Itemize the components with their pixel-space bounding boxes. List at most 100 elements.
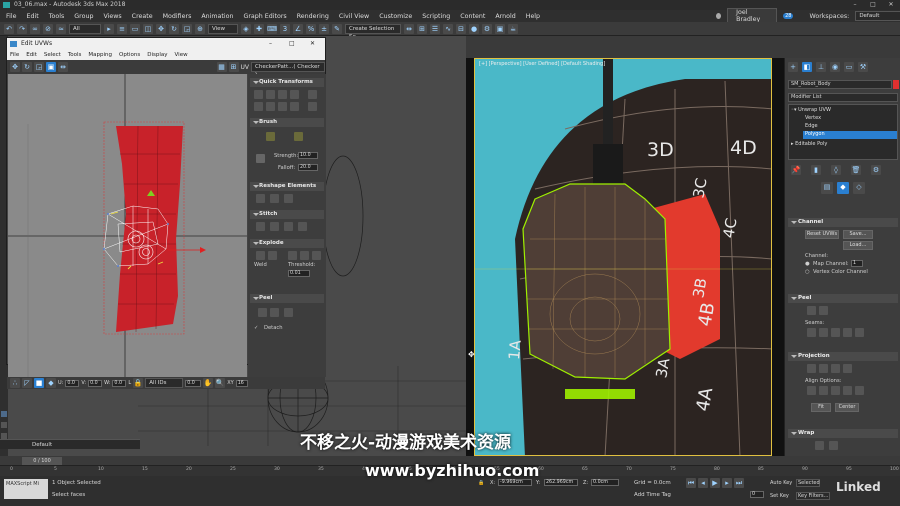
best-align-icon[interactable] (843, 386, 852, 395)
viewport-label[interactable]: [+] [Perspective] [User Defined] [Defaul… (479, 61, 605, 67)
peel-rollout-cmd[interactable]: Peel (788, 294, 898, 303)
pin-stack-icon[interactable]: 📌 (791, 165, 801, 175)
undo-icon[interactable]: ↶ (4, 23, 14, 34)
modifier-stack-item[interactable]: Edge (805, 123, 885, 130)
current-frame-field[interactable]: 0 (750, 491, 764, 498)
cmd-quick-peel-icon[interactable] (807, 306, 816, 315)
menu-content[interactable]: Content (460, 13, 485, 20)
quick-transforms-rollout[interactable]: Quick Transforms (250, 78, 324, 87)
uvw-zoom-icon[interactable]: 🔍 (215, 378, 226, 388)
convert-edge-to-seam-icon[interactable] (831, 328, 840, 337)
y-coord-field[interactable]: 262.969cm (544, 479, 578, 486)
selection-filter-dropdown[interactable]: All (69, 23, 101, 34)
uvw-rotate-icon[interactable]: ↻ (22, 62, 32, 72)
modifier-stack-item[interactable]: ◦▾ Unwrap UVW (791, 107, 891, 114)
xy-label[interactable]: XY (227, 380, 233, 386)
key-filters-button[interactable]: Key Filters... (796, 492, 830, 500)
material-editor-icon[interactable]: ● (469, 23, 479, 34)
uv-editor-canvas[interactable] (8, 74, 247, 377)
v-value-field[interactable]: 0.0 (88, 379, 103, 387)
open-uv-editor-icon[interactable]: ▤ (821, 182, 833, 194)
uvw-lock-icon[interactable]: 🔒 (133, 378, 144, 388)
layer-icon[interactable]: ☰ (430, 23, 440, 34)
snap-icon[interactable]: 3 (280, 23, 290, 34)
paint-move-icon[interactable] (266, 132, 275, 141)
window-crossing-icon[interactable]: ◫ (143, 23, 153, 34)
peel-rollout[interactable]: Peel (250, 294, 324, 303)
wrap-rollout[interactable]: Wrap (788, 429, 898, 438)
break-icon[interactable] (256, 251, 265, 260)
notification-badge[interactable]: 28 (783, 13, 794, 19)
strength-spinner[interactable]: 10.0 (298, 152, 318, 159)
align-to-view-icon[interactable] (855, 386, 864, 395)
linear-align-icon[interactable] (278, 90, 287, 99)
edit-named-sets-icon[interactable]: ✎ (332, 23, 342, 34)
menu-tools[interactable]: Tools (49, 13, 65, 20)
space-horizontal-icon[interactable] (254, 102, 263, 111)
falloff-spinner[interactable]: 20.0 (298, 164, 318, 171)
place-icon[interactable]: ⊕ (195, 23, 205, 34)
uvw-move-icon[interactable]: ✥ (10, 62, 20, 72)
maximize-button[interactable]: □ (864, 0, 882, 10)
uvw-close-button[interactable]: ✕ (310, 38, 315, 50)
auto-key-button[interactable]: Auto Key (770, 480, 792, 486)
stitch-settings-icon[interactable] (298, 222, 307, 231)
time-slider-thumb[interactable]: 0 / 100 (22, 457, 62, 465)
cmd-pelt-icon[interactable] (819, 306, 828, 315)
schematic-icon[interactable]: ⊟ (456, 23, 466, 34)
mirror-icon[interactable]: ⇹ (404, 23, 414, 34)
rotate-icon[interactable]: ↻ (169, 23, 179, 34)
named-selection-dropdown[interactable]: Create Selection Se (345, 23, 401, 40)
uvw-pan-icon[interactable]: ✋ (203, 378, 214, 388)
uvw-freeform-icon[interactable]: ▣ (46, 62, 56, 72)
uvw-menu-tools[interactable]: Tools (68, 52, 82, 58)
uvw-vertex-mode-icon[interactable]: ∴ (10, 378, 20, 388)
menu-modifiers[interactable]: Modifiers (163, 13, 192, 20)
scale-icon[interactable]: ◲ (182, 23, 192, 34)
maxscript-listener[interactable]: MAXScript Mi (4, 479, 48, 499)
relax-brush-icon[interactable] (294, 132, 303, 141)
menu-animation[interactable]: Animation (201, 13, 233, 20)
weld-selected-icon[interactable] (268, 251, 277, 260)
explode-rollout[interactable]: Explode (250, 239, 324, 248)
menu-group[interactable]: Group (74, 13, 93, 20)
go-to-start-icon[interactable]: ⏮ (686, 478, 696, 488)
align-v-icon[interactable] (266, 90, 275, 99)
quick-peel-icon[interactable] (258, 308, 267, 317)
render-setup-icon[interactable]: ⚙ (482, 23, 492, 34)
rotate-minus-90-icon[interactable] (308, 102, 317, 111)
unlink-icon[interactable]: ⊘ (43, 23, 53, 34)
edit-uvws-window[interactable]: Edit UVWs – □ ✕ File Edit Select Tools M… (6, 37, 326, 389)
configure-sets-icon[interactable]: ⚙ (871, 165, 881, 175)
uvw-maximize-button[interactable]: □ (289, 38, 295, 50)
minimize-button[interactable]: – (846, 0, 864, 10)
uvw-menu-options[interactable]: Options (119, 52, 140, 58)
menu-customize[interactable]: Customize (379, 13, 412, 20)
brush-size-icon[interactable] (256, 154, 265, 163)
stitch-average-icon[interactable] (270, 222, 279, 231)
align-z-icon[interactable] (831, 386, 840, 395)
perspective-viewport[interactable]: [+] [Perspective] [User Defined] [Defaul… (466, 58, 784, 456)
key-mode-dropdown[interactable]: Selected (796, 479, 820, 487)
center-button[interactable]: Center (835, 403, 859, 412)
close-button[interactable]: ✕ (882, 0, 900, 10)
render-icon[interactable]: ☕ (508, 23, 518, 34)
spherical-map-icon[interactable] (831, 364, 840, 373)
viewport-render-area[interactable]: [+] [Perspective] [User Defined] [Defaul… (474, 58, 772, 456)
texture-dropdown[interactable]: CheckerPatt...( Checker ) (251, 62, 325, 78)
angle-snap-icon[interactable]: ∠ (293, 23, 303, 34)
link-icon[interactable]: ∞ (30, 23, 40, 34)
modifier-stack-item-selected[interactable]: Polygon (803, 131, 897, 139)
menu-edit[interactable]: Edit (27, 13, 39, 20)
reference-coord-dropdown[interactable]: View (208, 23, 238, 34)
spline-map-icon[interactable] (815, 441, 824, 450)
previous-frame-icon[interactable]: ◂ (698, 478, 708, 488)
menu-file[interactable]: File (6, 13, 17, 20)
uv-axis-label[interactable]: UV (241, 64, 250, 71)
load-uvw-button[interactable]: Load... (843, 241, 873, 250)
detach-checkbox[interactable]: ✓ (254, 325, 258, 331)
uvw-menu-file[interactable]: File (10, 52, 19, 58)
seam-settings-icon[interactable] (855, 328, 864, 337)
object-name-field[interactable]: SM_Robot_Body (788, 80, 892, 89)
map-channel-radio[interactable]: ● (805, 261, 810, 267)
